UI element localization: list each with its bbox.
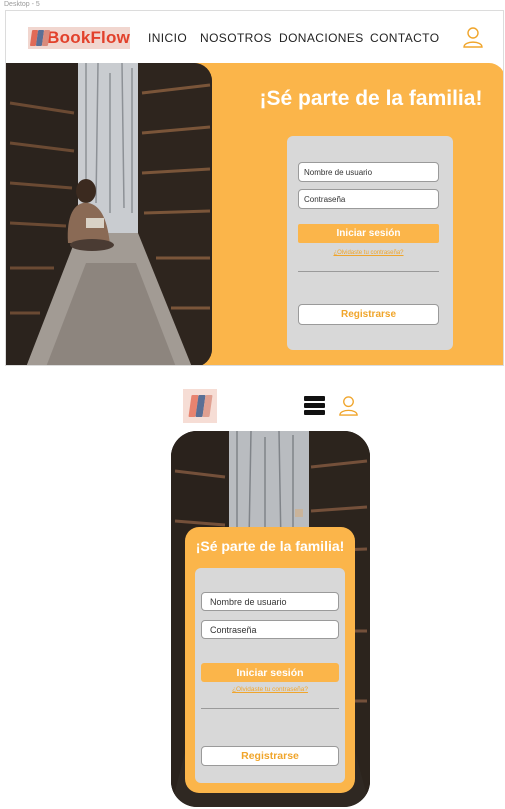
books-logo-icon bbox=[29, 29, 51, 47]
mobile-frame: ¡Sé parte de la familia! Nombre de usuar… bbox=[171, 431, 370, 807]
frame-label: Desktop - 5 bbox=[4, 1, 40, 8]
brand-logo[interactable]: BookFlow bbox=[28, 27, 130, 49]
username-field[interactable]: Nombre de usuario bbox=[298, 162, 439, 182]
mobile-hero-title: ¡Sé parte de la familia! bbox=[195, 538, 345, 554]
mobile-user-icon[interactable] bbox=[338, 395, 359, 416]
hero-title: ¡Sé parte de la familia! bbox=[259, 87, 483, 110]
brand-name: BookFlow bbox=[47, 28, 130, 47]
mobile-register-button[interactable]: Registrarse bbox=[201, 746, 339, 766]
mobile-password-field[interactable]: Contraseña bbox=[201, 620, 339, 639]
navbar: BookFlow INICIO NOSOTROS DONACIONES CONT… bbox=[6, 11, 503, 63]
mobile-brand-logo-icon[interactable] bbox=[183, 389, 217, 423]
nav-item-inicio[interactable]: INICIO bbox=[148, 31, 187, 45]
mobile-login-card: Nombre de usuario Contraseña Iniciar ses… bbox=[195, 568, 345, 783]
user-icon[interactable] bbox=[462, 26, 484, 48]
forgot-password-link[interactable]: ¿Olvidaste tu contraseña? bbox=[298, 250, 439, 256]
hamburger-menu-icon[interactable] bbox=[304, 396, 325, 415]
hero-section: ¡Sé parte de la familia! Nombre de usuar… bbox=[6, 63, 503, 365]
mobile-divider bbox=[201, 708, 339, 709]
nav-item-donaciones[interactable]: DONACIONES bbox=[279, 31, 364, 45]
mobile-username-field[interactable]: Nombre de usuario bbox=[201, 592, 339, 611]
divider bbox=[298, 271, 439, 272]
mobile-hero-panel: ¡Sé parte de la familia! Nombre de usuar… bbox=[185, 527, 355, 793]
login-card: Nombre de usuario Contraseña Iniciar ses… bbox=[287, 136, 453, 350]
desktop-frame: BookFlow INICIO NOSOTROS DONACIONES CONT… bbox=[5, 10, 504, 366]
password-field[interactable]: Contraseña bbox=[298, 189, 439, 209]
mobile-forgot-password-link[interactable]: ¿Olvidaste tu contraseña? bbox=[201, 686, 339, 693]
register-button[interactable]: Registrarse bbox=[298, 304, 439, 325]
login-button[interactable]: Iniciar sesión bbox=[298, 224, 439, 243]
library-photo bbox=[6, 63, 212, 365]
nav-item-contacto[interactable]: CONTACTO bbox=[370, 31, 439, 45]
mobile-login-button[interactable]: Iniciar sesión bbox=[201, 663, 339, 682]
nav-item-nosotros[interactable]: NOSOTROS bbox=[200, 31, 272, 45]
